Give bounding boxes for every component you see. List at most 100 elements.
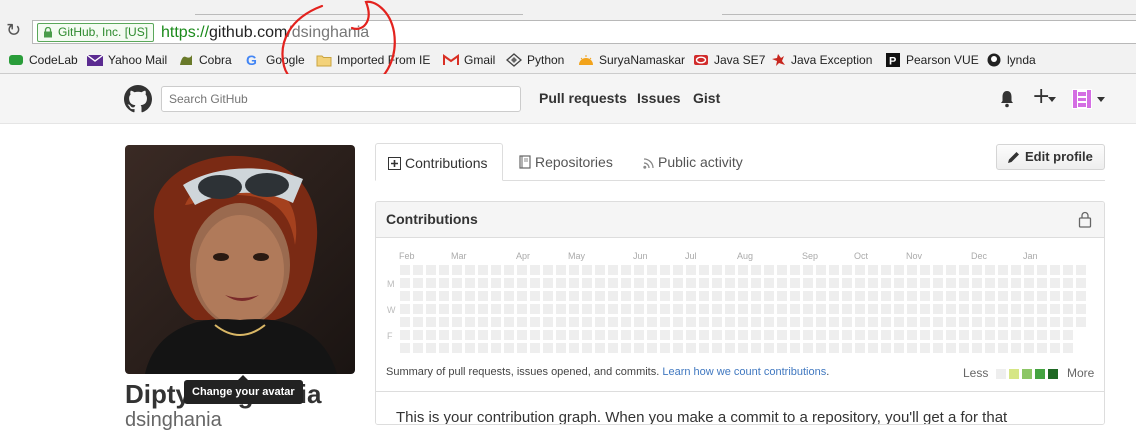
contribution-cell[interactable] [816, 317, 826, 327]
contribution-cell[interactable] [621, 265, 631, 275]
contribution-cell[interactable] [634, 304, 644, 314]
contribution-cell[interactable] [686, 265, 696, 275]
contribution-cell[interactable] [465, 265, 475, 275]
contribution-cell[interactable] [946, 330, 956, 340]
contribution-cell[interactable] [543, 291, 553, 301]
contribution-cell[interactable] [803, 304, 813, 314]
contribution-cell[interactable] [946, 317, 956, 327]
contribution-cell[interactable] [907, 330, 917, 340]
contribution-cell[interactable] [569, 278, 579, 288]
contribution-cell[interactable] [1037, 330, 1047, 340]
contribution-cell[interactable] [556, 330, 566, 340]
contribution-cell[interactable] [556, 291, 566, 301]
contribution-cell[interactable] [881, 265, 891, 275]
contribution-cell[interactable] [894, 278, 904, 288]
contribution-cell[interactable] [400, 317, 410, 327]
contribution-cell[interactable] [959, 317, 969, 327]
contribution-cell[interactable] [1011, 330, 1021, 340]
contribution-cell[interactable] [712, 291, 722, 301]
contribution-cell[interactable] [491, 343, 501, 353]
contribution-cell[interactable] [699, 278, 709, 288]
contribution-cell[interactable] [478, 330, 488, 340]
contribution-cell[interactable] [933, 330, 943, 340]
contribution-cell[interactable] [855, 343, 865, 353]
github-octocat-icon[interactable] [124, 85, 152, 113]
contribution-cell[interactable] [439, 265, 449, 275]
contribution-cell[interactable] [647, 304, 657, 314]
contribution-cell[interactable] [790, 343, 800, 353]
contribution-cell[interactable] [660, 343, 670, 353]
contribution-cell[interactable] [699, 304, 709, 314]
bookmark-pearson-vue[interactable]: P Pearson VUE [885, 51, 979, 69]
contribution-cell[interactable] [595, 343, 605, 353]
contribution-cell[interactable] [595, 330, 605, 340]
contribution-cell[interactable] [647, 330, 657, 340]
contribution-cell[interactable] [816, 343, 826, 353]
contribution-cell[interactable] [751, 304, 761, 314]
contribution-cell[interactable] [543, 317, 553, 327]
contribution-cell[interactable] [881, 317, 891, 327]
contribution-cell[interactable] [894, 343, 904, 353]
contribution-cell[interactable] [517, 343, 527, 353]
contribution-cell[interactable] [881, 304, 891, 314]
contribution-cell[interactable] [946, 291, 956, 301]
contribution-cell[interactable] [907, 304, 917, 314]
contribution-cell[interactable] [1050, 265, 1060, 275]
contribution-cell[interactable] [517, 265, 527, 275]
contribution-cell[interactable] [790, 330, 800, 340]
contribution-cell[interactable] [1011, 278, 1021, 288]
contribution-cell[interactable] [569, 265, 579, 275]
contribution-cell[interactable] [569, 330, 579, 340]
contribution-cell[interactable] [1011, 317, 1021, 327]
tab-repositories[interactable]: Repositories [519, 143, 613, 181]
contribution-cell[interactable] [881, 291, 891, 301]
contribution-cell[interactable] [855, 304, 865, 314]
contribution-cell[interactable] [972, 343, 982, 353]
contribution-cell[interactable] [660, 330, 670, 340]
contribution-cell[interactable] [621, 317, 631, 327]
contribution-cell[interactable] [738, 317, 748, 327]
learn-contributions-link[interactable]: Learn how we count contributions [662, 366, 826, 378]
contribution-cell[interactable] [933, 304, 943, 314]
contribution-cell[interactable] [1024, 265, 1034, 275]
contribution-cell[interactable] [491, 330, 501, 340]
contribution-cell[interactable] [777, 291, 787, 301]
contribution-cell[interactable] [504, 265, 514, 275]
contribution-cell[interactable] [413, 278, 423, 288]
contribution-cell[interactable] [933, 265, 943, 275]
contribution-cell[interactable] [751, 278, 761, 288]
contribution-cell[interactable] [946, 304, 956, 314]
contribution-cell[interactable] [582, 304, 592, 314]
contribution-cell[interactable] [829, 317, 839, 327]
contribution-cell[interactable] [842, 265, 852, 275]
contribution-cell[interactable] [985, 330, 995, 340]
contribution-cell[interactable] [1063, 317, 1073, 327]
contribution-cell[interactable] [491, 317, 501, 327]
bookmark-suryanamaskar[interactable]: SuryaNamaskar [578, 51, 685, 69]
contribution-cell[interactable] [803, 317, 813, 327]
contribution-cell[interactable] [985, 304, 995, 314]
contribution-cell[interactable] [1050, 304, 1060, 314]
contribution-cell[interactable] [673, 265, 683, 275]
contribution-cell[interactable] [920, 304, 930, 314]
contribution-cell[interactable] [608, 330, 618, 340]
search-input[interactable] [161, 86, 521, 112]
contribution-cell[interactable] [725, 291, 735, 301]
contribution-cell[interactable] [439, 343, 449, 353]
contribution-cell[interactable] [543, 265, 553, 275]
contribution-cell[interactable] [439, 291, 449, 301]
contribution-cell[interactable] [504, 291, 514, 301]
url-text[interactable]: https://github.com/dsinghania [161, 23, 369, 43]
contribution-cell[interactable] [829, 278, 839, 288]
contribution-cell[interactable] [764, 278, 774, 288]
chevron-down-icon[interactable] [1048, 97, 1056, 102]
contribution-cell[interactable] [621, 278, 631, 288]
contribution-cell[interactable] [764, 317, 774, 327]
omnibox[interactable]: GitHub, Inc. [US] https://github.com/dsi… [32, 20, 1136, 44]
contribution-cell[interactable] [790, 304, 800, 314]
contribution-cell[interactable] [738, 330, 748, 340]
contribution-cell[interactable] [1076, 265, 1086, 275]
contribution-cell[interactable] [1037, 343, 1047, 353]
contribution-cell[interactable] [543, 304, 553, 314]
contribution-cell[interactable] [660, 265, 670, 275]
